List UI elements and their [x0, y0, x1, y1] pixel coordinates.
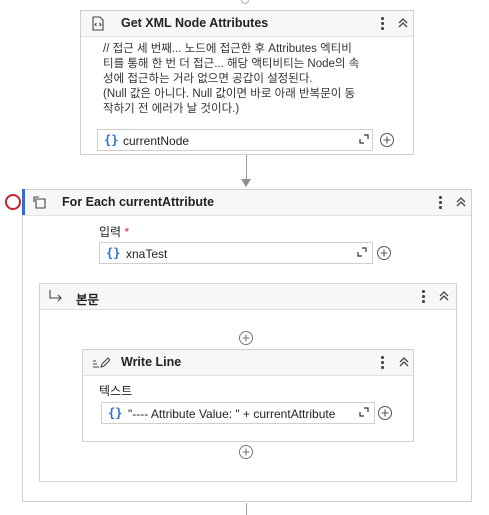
expression-icon: {}: [106, 246, 121, 260]
comment-line: // 접근 세 번째... 노드에 접근한 후 Attributes 엑티비: [103, 43, 352, 55]
expand-icon[interactable]: [358, 406, 372, 420]
kebab-icon[interactable]: [377, 15, 387, 31]
get-xml-node-attributes-activity[interactable]: Get XML Node Attributes // 접근 세 번째... 노드…: [80, 10, 414, 155]
kebab-icon[interactable]: [377, 354, 387, 370]
input-field[interactable]: {} xnaTest: [99, 242, 373, 264]
collapse-chevron-icon[interactable]: [397, 355, 411, 369]
kebab-icon[interactable]: [418, 288, 428, 304]
body-title: 본문: [76, 293, 100, 307]
connector-line: [246, 503, 247, 515]
field-value: currentNode: [123, 134, 190, 148]
kebab-icon[interactable]: [435, 194, 445, 210]
body-container[interactable]: 본문 Write Line 텍스트 {} "---- Attribute Val…: [39, 283, 457, 482]
connector-arrow-icon: [241, 179, 251, 187]
comment-line: 성에 접근하는 거라 없으면 공갑이 설정된다.: [103, 73, 313, 85]
input-label: 입력 *: [99, 223, 129, 240]
expression-icon: {}: [108, 406, 123, 420]
text-field[interactable]: {} "---- Attribute Value: " + currentAtt…: [101, 402, 375, 424]
annotation-comment: // 접근 세 번째... 노드에 접근한 후 Attributes 엑티비 티…: [103, 42, 393, 117]
loop-icon: [33, 195, 49, 213]
connector-line: [246, 155, 247, 179]
collapse-chevron-icon[interactable]: [437, 289, 451, 303]
activity-title: For Each currentAttribute: [62, 195, 215, 209]
activity-title: Write Line: [121, 355, 182, 369]
selection-accent: [22, 189, 25, 215]
expand-icon[interactable]: [358, 133, 372, 147]
expand-icon[interactable]: [356, 246, 370, 260]
add-circle-icon[interactable]: [377, 405, 393, 421]
field-value: "---- Attribute Value: " + currentAttrib…: [128, 407, 336, 421]
xml-icon: [91, 16, 105, 34]
add-circle-icon[interactable]: [379, 132, 395, 148]
write-line-activity[interactable]: Write Line 텍스트 {} "---- Attribute Value:…: [82, 349, 414, 442]
required-mark: *: [124, 225, 130, 239]
breakpoint-icon[interactable]: [5, 194, 21, 210]
collapse-chevron-icon[interactable]: [454, 195, 468, 209]
input-label-text: 입력: [99, 225, 122, 239]
expression-icon: {}: [104, 133, 119, 147]
activity-header: Write Line: [83, 350, 413, 376]
activity-header: For Each currentAttribute: [22, 189, 471, 216]
existing-node-field[interactable]: {} currentNode: [97, 129, 373, 151]
add-circle-icon[interactable]: [376, 245, 392, 261]
activity-header: Get XML Node Attributes: [81, 11, 413, 37]
body-arrow-icon: [48, 289, 64, 306]
body-header: 본문: [40, 284, 456, 310]
add-activity-button[interactable]: [238, 330, 254, 346]
for-each-activity[interactable]: For Each currentAttribute 입력 * {} xnaTes…: [22, 189, 472, 502]
comment-line: 작하기 전 에러가 날 것이다.): [103, 103, 240, 115]
text-label: 텍스트: [99, 384, 133, 398]
comment-line: 티를 통해 한 번 더 접근... 해당 액티비티는 Node의 속: [103, 58, 360, 70]
field-value: xnaTest: [126, 247, 168, 261]
comment-line: (Null 값은 아니다. Null 값이면 바로 아래 반복문이 동: [103, 88, 356, 100]
activity-title: Get XML Node Attributes: [121, 16, 269, 30]
pen-icon: [92, 355, 111, 372]
top-connector-circle: [241, 0, 249, 4]
add-activity-button[interactable]: [238, 444, 254, 460]
collapse-chevron-icon[interactable]: [396, 16, 410, 30]
